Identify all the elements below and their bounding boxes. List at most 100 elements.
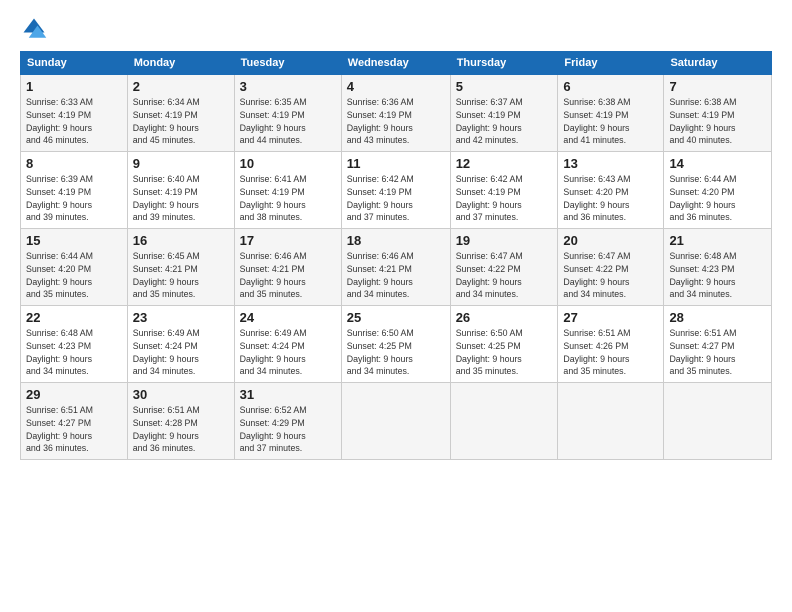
day-number: 30 (133, 387, 229, 402)
day-number: 22 (26, 310, 122, 325)
day-number: 3 (240, 79, 336, 94)
day-number: 25 (347, 310, 445, 325)
day-info: Sunrise: 6:41 AMSunset: 4:19 PMDaylight:… (240, 173, 336, 224)
day-number: 18 (347, 233, 445, 248)
week-row-1: 1 Sunrise: 6:33 AMSunset: 4:19 PMDaylight… (21, 75, 772, 152)
day-number: 11 (347, 156, 445, 171)
day-info: Sunrise: 6:35 AMSunset: 4:19 PMDaylight:… (240, 96, 336, 147)
calendar-table: SundayMondayTuesdayWednesdayThursdayFrid… (20, 51, 772, 460)
day-info: Sunrise: 6:51 AMSunset: 4:28 PMDaylight:… (133, 404, 229, 455)
week-row-5: 29Sunrise: 6:51 AMSunset: 4:27 PMDayligh… (21, 383, 772, 460)
day-info: Sunrise: 6:44 AMSunset: 4:20 PMDaylight:… (669, 173, 766, 224)
calendar-cell: 3 Sunrise: 6:35 AMSunset: 4:19 PMDaylight… (234, 75, 341, 152)
day-number: 10 (240, 156, 336, 171)
calendar-cell (558, 383, 664, 460)
col-header-tuesday: Tuesday (234, 52, 341, 75)
day-info: Sunrise: 6:52 AMSunset: 4:29 PMDaylight:… (240, 404, 336, 455)
calendar-cell: 12Sunrise: 6:42 AMSunset: 4:19 PMDayligh… (450, 152, 558, 229)
day-info: Sunrise: 6:39 AMSunset: 4:19 PMDaylight:… (26, 173, 122, 224)
col-header-monday: Monday (127, 52, 234, 75)
day-info: Sunrise: 6:42 AMSunset: 4:19 PMDaylight:… (347, 173, 445, 224)
calendar-cell: 18 Sunrise: 6:46 AMSunset: 4:21 PMDayligh… (341, 229, 450, 306)
calendar-cell: 24Sunrise: 6:49 AMSunset: 4:24 PMDayligh… (234, 306, 341, 383)
calendar-cell: 22 Sunrise: 6:48 AMSunset: 4:23 PMDayligh… (21, 306, 128, 383)
day-number: 21 (669, 233, 766, 248)
calendar-cell: 5 Sunrise: 6:37 AMSunset: 4:19 PMDaylight… (450, 75, 558, 152)
calendar-cell: 16Sunrise: 6:45 AMSunset: 4:21 PMDayligh… (127, 229, 234, 306)
col-header-wednesday: Wednesday (341, 52, 450, 75)
calendar-cell: 9 Sunrise: 6:40 AMSunset: 4:19 PMDaylight… (127, 152, 234, 229)
day-number: 17 (240, 233, 336, 248)
day-info: Sunrise: 6:36 AMSunset: 4:19 PMDaylight:… (347, 96, 445, 147)
calendar-header: SundayMondayTuesdayWednesdayThursdayFrid… (21, 52, 772, 75)
day-info: Sunrise: 6:43 AMSunset: 4:20 PMDaylight:… (563, 173, 658, 224)
day-info: Sunrise: 6:40 AMSunset: 4:19 PMDaylight:… (133, 173, 229, 224)
day-number: 7 (669, 79, 766, 94)
day-info: Sunrise: 6:51 AMSunset: 4:27 PMDaylight:… (26, 404, 122, 455)
day-number: 9 (133, 156, 229, 171)
day-info: Sunrise: 6:47 AMSunset: 4:22 PMDaylight:… (456, 250, 553, 301)
calendar-cell: 1 Sunrise: 6:33 AMSunset: 4:19 PMDaylight… (21, 75, 128, 152)
col-header-thursday: Thursday (450, 52, 558, 75)
day-info: Sunrise: 6:33 AMSunset: 4:19 PMDaylight:… (26, 96, 122, 147)
logo-icon (20, 15, 48, 43)
calendar-cell: 28 Sunrise: 6:51 AMSunset: 4:27 PMDayligh… (664, 306, 772, 383)
calendar-cell: 15 Sunrise: 6:44 AMSunset: 4:20 PMDayligh… (21, 229, 128, 306)
day-info: Sunrise: 6:49 AMSunset: 4:24 PMDaylight:… (133, 327, 229, 378)
day-number: 28 (669, 310, 766, 325)
day-number: 8 (26, 156, 122, 171)
day-number: 6 (563, 79, 658, 94)
day-number: 13 (563, 156, 658, 171)
day-number: 27 (563, 310, 658, 325)
day-number: 14 (669, 156, 766, 171)
col-header-sunday: Sunday (21, 52, 128, 75)
calendar-cell: 2 Sunrise: 6:34 AMSunset: 4:19 PMDaylight… (127, 75, 234, 152)
day-number: 20 (563, 233, 658, 248)
calendar-cell: 7Sunrise: 6:38 AMSunset: 4:19 PMDaylight… (664, 75, 772, 152)
week-row-4: 22 Sunrise: 6:48 AMSunset: 4:23 PMDayligh… (21, 306, 772, 383)
day-info: Sunrise: 6:34 AMSunset: 4:19 PMDaylight:… (133, 96, 229, 147)
calendar-cell: 29Sunrise: 6:51 AMSunset: 4:27 PMDayligh… (21, 383, 128, 460)
day-info: Sunrise: 6:47 AMSunset: 4:22 PMDaylight:… (563, 250, 658, 301)
day-info: Sunrise: 6:49 AMSunset: 4:24 PMDaylight:… (240, 327, 336, 378)
calendar-cell (664, 383, 772, 460)
calendar-cell: 14 Sunrise: 6:44 AMSunset: 4:20 PMDayligh… (664, 152, 772, 229)
day-info: Sunrise: 6:48 AMSunset: 4:23 PMDaylight:… (26, 327, 122, 378)
day-number: 19 (456, 233, 553, 248)
day-number: 4 (347, 79, 445, 94)
day-info: Sunrise: 6:38 AMSunset: 4:19 PMDaylight:… (563, 96, 658, 147)
day-number: 2 (133, 79, 229, 94)
day-info: Sunrise: 6:45 AMSunset: 4:21 PMDaylight:… (133, 250, 229, 301)
day-info: Sunrise: 6:37 AMSunset: 4:19 PMDaylight:… (456, 96, 553, 147)
day-info: Sunrise: 6:46 AMSunset: 4:21 PMDaylight:… (347, 250, 445, 301)
day-number: 1 (26, 79, 122, 94)
day-info: Sunrise: 6:50 AMSunset: 4:25 PMDaylight:… (456, 327, 553, 378)
calendar-cell: 10 Sunrise: 6:41 AMSunset: 4:19 PMDayligh… (234, 152, 341, 229)
calendar-cell: 25 Sunrise: 6:50 AMSunset: 4:25 PMDayligh… (341, 306, 450, 383)
day-number: 15 (26, 233, 122, 248)
calendar-cell: 6 Sunrise: 6:38 AMSunset: 4:19 PMDaylight… (558, 75, 664, 152)
day-info: Sunrise: 6:51 AMSunset: 4:27 PMDaylight:… (669, 327, 766, 378)
calendar-cell: 23 Sunrise: 6:49 AMSunset: 4:24 PMDayligh… (127, 306, 234, 383)
day-number: 5 (456, 79, 553, 94)
calendar-cell: 20 Sunrise: 6:47 AMSunset: 4:22 PMDayligh… (558, 229, 664, 306)
calendar-cell (341, 383, 450, 460)
calendar-cell (450, 383, 558, 460)
day-number: 23 (133, 310, 229, 325)
day-info: Sunrise: 6:51 AMSunset: 4:26 PMDaylight:… (563, 327, 658, 378)
calendar-cell: 4 Sunrise: 6:36 AMSunset: 4:19 PMDaylight… (341, 75, 450, 152)
col-header-saturday: Saturday (664, 52, 772, 75)
calendar-cell: 21 Sunrise: 6:48 AMSunset: 4:23 PMDayligh… (664, 229, 772, 306)
day-number: 31 (240, 387, 336, 402)
day-number: 12 (456, 156, 553, 171)
calendar-cell: 30 Sunrise: 6:51 AMSunset: 4:28 PMDayligh… (127, 383, 234, 460)
header-row: SundayMondayTuesdayWednesdayThursdayFrid… (21, 52, 772, 75)
day-info: Sunrise: 6:50 AMSunset: 4:25 PMDaylight:… (347, 327, 445, 378)
header (20, 15, 772, 43)
calendar-cell: 11 Sunrise: 6:42 AMSunset: 4:19 PMDayligh… (341, 152, 450, 229)
col-header-friday: Friday (558, 52, 664, 75)
week-row-2: 8 Sunrise: 6:39 AMSunset: 4:19 PMDaylight… (21, 152, 772, 229)
day-info: Sunrise: 6:48 AMSunset: 4:23 PMDaylight:… (669, 250, 766, 301)
day-info: Sunrise: 6:44 AMSunset: 4:20 PMDaylight:… (26, 250, 122, 301)
page-container: SundayMondayTuesdayWednesdayThursdayFrid… (0, 0, 792, 470)
